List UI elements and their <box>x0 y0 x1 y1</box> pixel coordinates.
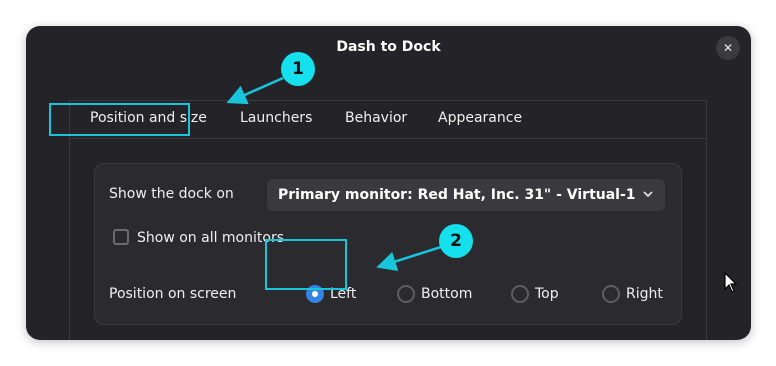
step-badge-2: 2 <box>439 224 473 258</box>
mouse-cursor-icon <box>724 272 738 293</box>
radio-bottom[interactable] <box>397 285 415 303</box>
chevron-down-icon <box>643 191 653 198</box>
position-settings-card: Show the dock on Primary monitor: Red Ha… <box>94 163 682 325</box>
tab-behavior[interactable]: Behavior <box>345 110 407 126</box>
radio-top[interactable] <box>511 285 529 303</box>
radio-right-label: Right <box>626 286 663 302</box>
step-badge-1: 1 <box>281 52 315 86</box>
settings-window: Dash to Dock ✕ Position and size Launche… <box>26 26 751 340</box>
show-all-monitors-label: Show on all monitors <box>137 230 284 246</box>
close-icon: ✕ <box>722 41 734 55</box>
window-title: Dash to Dock <box>336 39 441 55</box>
tab-highlight-box <box>49 103 190 136</box>
tab-launchers[interactable]: Launchers <box>240 110 312 126</box>
show-dock-label: Show the dock on <box>109 186 234 202</box>
position-on-screen-label: Position on screen <box>109 286 237 302</box>
radio-bottom-label: Bottom <box>421 286 473 302</box>
radio-right[interactable] <box>602 285 620 303</box>
close-button[interactable]: ✕ <box>716 36 740 60</box>
tab-appearance[interactable]: Appearance <box>438 110 522 126</box>
monitor-dropdown[interactable]: Primary monitor: Red Hat, Inc. 31" - Vir… <box>267 179 665 211</box>
monitor-dropdown-value: Primary monitor: Red Hat, Inc. 31" - Vir… <box>278 187 636 203</box>
radio-top-label: Top <box>535 286 559 302</box>
left-option-highlight-box <box>265 239 347 290</box>
show-all-monitors-checkbox[interactable] <box>113 229 129 245</box>
